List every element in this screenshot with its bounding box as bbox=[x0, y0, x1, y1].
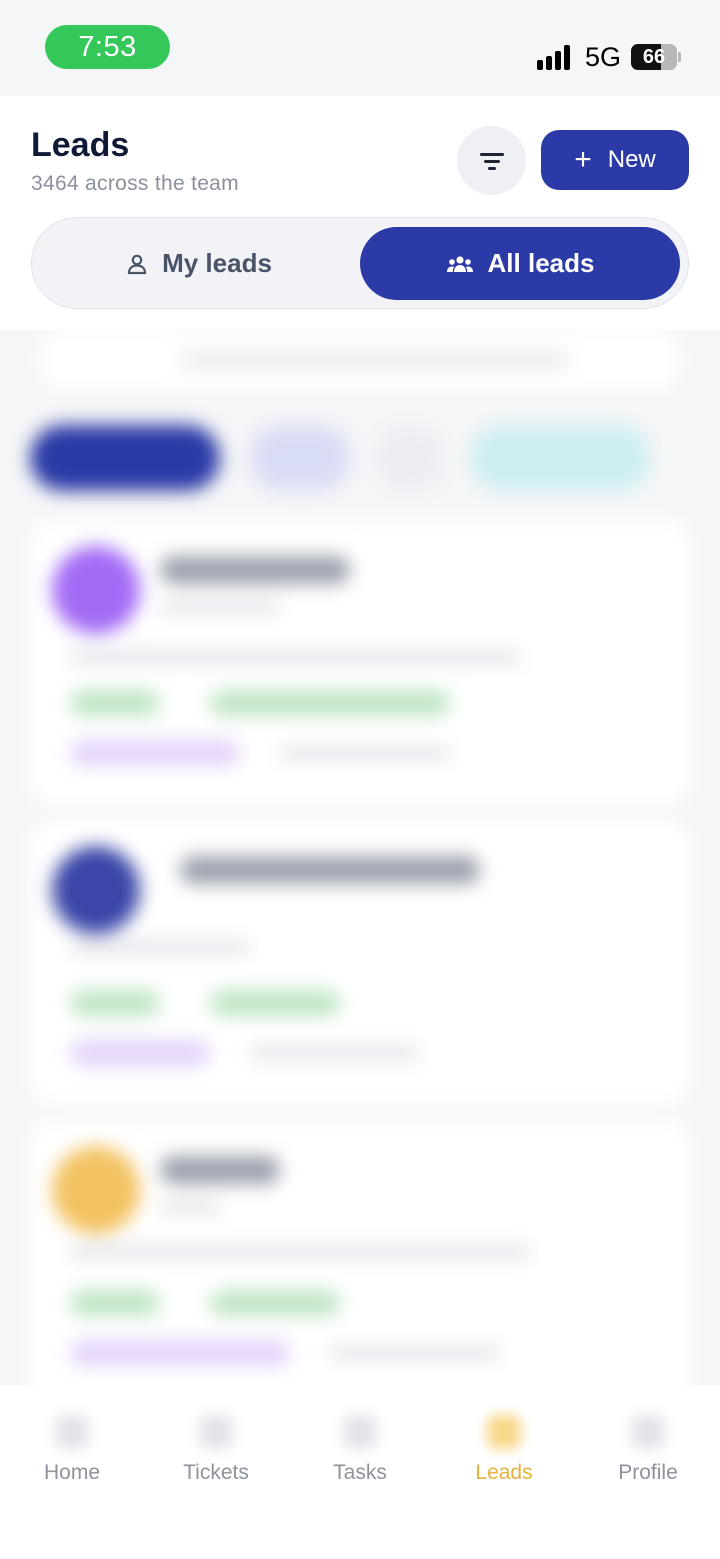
status-time: 7:53 bbox=[45, 25, 170, 69]
signal-icon bbox=[537, 44, 577, 70]
all-leads-label: All leads bbox=[487, 248, 595, 278]
battery-percent: 66 bbox=[642, 45, 666, 68]
page-subtitle: 3464 across the team bbox=[31, 172, 239, 195]
group-icon bbox=[446, 255, 473, 272]
search-input[interactable] bbox=[40, 330, 680, 390]
avatar bbox=[52, 846, 140, 934]
tab-tickets[interactable]: Tickets bbox=[144, 1385, 288, 1505]
tab-profile-label: Profile bbox=[618, 1461, 678, 1484]
tab-tickets-label: Tickets bbox=[183, 1461, 249, 1484]
person-icon bbox=[127, 254, 147, 274]
filter-button[interactable] bbox=[457, 126, 526, 195]
tasks-icon bbox=[343, 1415, 377, 1449]
leads-icon bbox=[487, 1415, 521, 1449]
home-icon bbox=[55, 1415, 89, 1449]
profile-icon bbox=[631, 1415, 665, 1449]
leads-screen: 7:53 5G 66 Leads 3464 across the team + bbox=[0, 0, 720, 1559]
plus-icon: + bbox=[574, 143, 592, 176]
network-type: 5G bbox=[585, 42, 622, 72]
ticket-icon bbox=[199, 1415, 233, 1449]
tab-home[interactable]: Home bbox=[0, 1385, 144, 1505]
lead-card[interactable] bbox=[30, 520, 690, 805]
tab-tasks-label: Tasks bbox=[333, 1461, 387, 1484]
filter-chip[interactable] bbox=[250, 425, 350, 491]
tab-leads-label: Leads bbox=[475, 1461, 533, 1484]
tab-my-leads[interactable]: My leads bbox=[40, 227, 358, 300]
new-lead-button[interactable]: + New bbox=[541, 130, 689, 190]
new-lead-label: New bbox=[607, 146, 656, 173]
leads-header: Leads 3464 across the team + New My lead… bbox=[0, 96, 720, 330]
lead-card[interactable] bbox=[30, 1120, 690, 1405]
filter-chip[interactable] bbox=[30, 425, 220, 491]
tab-profile[interactable]: Profile bbox=[576, 1385, 720, 1505]
leads-list-blurred bbox=[0, 330, 720, 1410]
page-title: Leads bbox=[31, 126, 130, 164]
avatar bbox=[52, 546, 140, 634]
tab-home-label: Home bbox=[43, 1461, 101, 1484]
status-bar: 7:53 5G 66 bbox=[0, 0, 720, 96]
filter-icon bbox=[479, 152, 504, 170]
lead-card[interactable] bbox=[30, 820, 690, 1105]
filter-chip[interactable] bbox=[375, 425, 445, 491]
tab-leads[interactable]: Leads bbox=[432, 1385, 576, 1505]
leads-scope-toggle: My leads All leads bbox=[31, 217, 689, 309]
my-leads-label: My leads bbox=[162, 248, 272, 278]
avatar bbox=[52, 1146, 140, 1234]
filter-chip[interactable] bbox=[470, 425, 650, 491]
bottom-tab-bar: Home Tickets Tasks Leads Profile bbox=[0, 1385, 720, 1559]
tab-all-leads[interactable]: All leads bbox=[360, 227, 680, 300]
tab-tasks[interactable]: Tasks bbox=[288, 1385, 432, 1505]
battery-icon: 66 bbox=[631, 44, 681, 70]
